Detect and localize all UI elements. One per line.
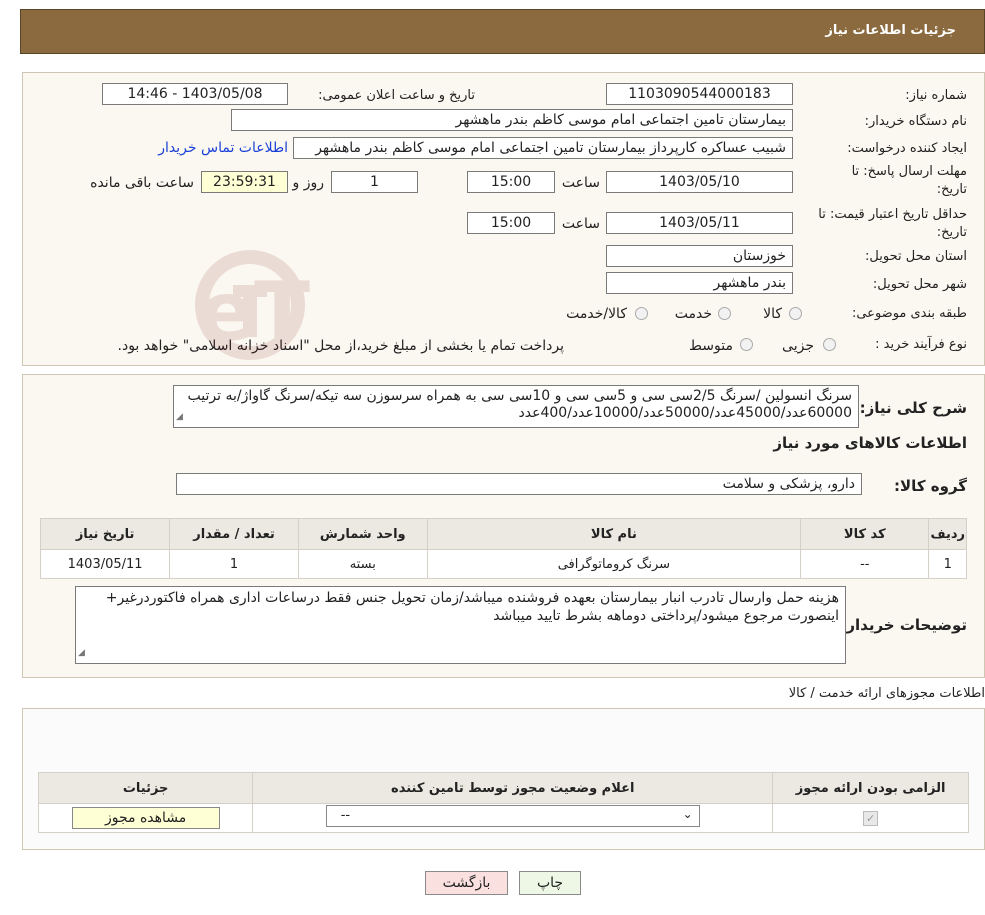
checkbox-icon: ✓ [863,810,879,826]
announce-field: 1403/05/08 - 14:46 [102,83,288,105]
col-permit-status: اعلام وضعیت مجوز توسط تامین کننده [252,772,774,804]
validity-time-label: ساعت [561,216,600,232]
city-label: شهر محل تحویل: [872,277,967,292]
buyer-field: بیمارستان تامین اجتماعی امام موسی کاظم ب… [231,109,793,131]
deadline-time-field: 15:00 [467,171,555,193]
province-field: خوزستان [606,245,793,267]
page-header: جزئیات اطلاعات نیاز [20,9,985,54]
col-need-date: تاریخ نیاز [39,518,171,550]
buyer-notes-textarea[interactable]: هزینه حمل وارسال تادرب انبار بیمارستان ب… [75,586,846,664]
validity-label: حداقل تاریخ اعتبار قیمت: تا [818,207,967,222]
col-permit-details: جزئیات [37,772,254,804]
category-option-service: خدمت [674,306,712,322]
goods-table: ردیف کد کالا نام کالا واحد شمارش تعداد /… [39,518,967,579]
chevron-down-icon: ⌄ [682,807,693,821]
cell-row: 1 [928,549,967,579]
buyer-notes-label: توضیحات خریدار: [840,616,967,634]
summary-textarea[interactable]: سرنگ انسولین /سرنگ 2/5سی سی و 5سی سی و 1… [173,385,859,428]
buyer-contact-link[interactable]: اطلاعات تماس خریدار [158,140,288,156]
days-field: 1 [331,171,418,193]
cell-name: سرنگ کروماتوگرافی [426,549,802,579]
process-radio-medium[interactable] [740,338,753,351]
view-permit-button[interactable]: مشاهده مجوز [71,807,220,829]
cell-need-date: 1403/05/11 [39,549,171,579]
cell-quantity: 1 [169,549,299,579]
goods-table-header: ردیف کد کالا نام کالا واحد شمارش تعداد /… [39,518,967,550]
cell-code: -- [800,549,930,579]
col-code: کد کالا [800,518,930,550]
buyer-notes-line2: اینصورت مرجوع میشود/پرداختی دوماهه بشرط … [493,608,839,624]
goods-group-label: گروه کالا: [894,477,967,495]
days-label: روز و [292,175,325,191]
permit-details-cell: مشاهده مجوز [37,803,254,833]
validity-date-field: 1403/05/11 [606,212,793,234]
category-option-goods-service: کالا/خدمت [566,306,627,322]
summary-text: سرنگ انسولین /سرنگ 2/5سی سی و 5سی سی و 1… [187,388,852,421]
goods-info-title: اطلاعات کالاهای مورد نیاز [773,434,967,452]
announce-label: تاریخ و ساعت اعلان عمومی: [318,88,475,103]
creator-label: ایجاد کننده درخواست: [847,141,967,156]
process-note: پرداخت تمام یا بخشی از مبلغ خرید،از محل … [117,338,564,354]
category-radio-goods[interactable] [789,307,802,320]
category-radio-goods-service[interactable] [635,307,648,320]
col-name: نام کالا [426,518,802,550]
permit-required-cell: ✓ [772,803,969,833]
table-row: 1 -- سرنگ کروماتوگرافی بسته 1 1403/05/11 [39,549,967,579]
validity-time-field: 15:00 [467,212,555,234]
deadline-time-label: ساعت [561,175,600,191]
process-label: نوع فرآیند خرید : [875,337,967,352]
permit-status-cell: -- ⌄ [252,803,774,833]
col-row: ردیف [928,518,967,550]
col-quantity: تعداد / مقدار [169,518,299,550]
buyer-notes-line1: هزینه حمل وارسال تادرب انبار بیمارستان ب… [105,590,839,606]
category-label: طبقه بندی موضوعی: [851,306,967,321]
resize-grip-icon[interactable]: ◢ [78,644,85,662]
category-radio-service[interactable] [718,307,731,320]
need-number-label: شماره نیاز: [905,88,967,103]
need-number-field: 1103090544000183 [606,83,793,105]
summary-label: شرح کلی نیاز: [859,399,967,417]
process-radio-minor[interactable] [823,338,836,351]
deadline-label-2: تاریخ: [936,182,967,197]
permits-table-header: الزامی بودن ارائه مجوز اعلام وضعیت مجوز … [37,772,969,804]
process-option-minor: جزیی [782,338,814,354]
goods-group-field: دارو، پزشکی و سلامت [176,473,862,495]
deadline-date-field: 1403/05/10 [606,171,793,193]
permit-status-value: -- [340,808,351,823]
remaining-label: ساعت باقی مانده [90,175,194,191]
category-option-goods: کالا [763,306,782,322]
remaining-time-field: 23:59:31 [201,171,288,193]
buyer-label: نام دستگاه خریدار: [864,114,967,129]
print-button[interactable]: چاپ [519,871,581,895]
table-row: ✓ -- ⌄ مشاهده مجوز [37,803,969,833]
permits-table: الزامی بودن ارائه مجوز اعلام وضعیت مجوز … [37,772,969,833]
permit-status-select[interactable]: -- ⌄ [325,805,700,827]
permits-title: اطلاعات مجوزهای ارائه خدمت / کالا [788,686,985,701]
province-label: استان محل تحویل: [865,249,967,264]
resize-grip-icon[interactable]: ◢ [176,409,183,426]
validity-label-2: تاریخ: [936,225,967,240]
cell-unit: بسته [297,549,428,579]
city-field: بندر ماهشهر [606,272,793,294]
creator-field: شبیب عساکره کارپرداز بیمارستان تامین اجت… [293,137,793,159]
col-permit-required: الزامی بودن ارائه مجوز [772,772,969,804]
col-unit: واحد شمارش [297,518,428,550]
page-title: جزئیات اطلاعات نیاز [825,23,956,38]
process-option-medium: متوسط [689,338,733,354]
back-button[interactable]: بازگشت [425,871,508,895]
deadline-label: مهلت ارسال پاسخ: تا [851,164,967,179]
